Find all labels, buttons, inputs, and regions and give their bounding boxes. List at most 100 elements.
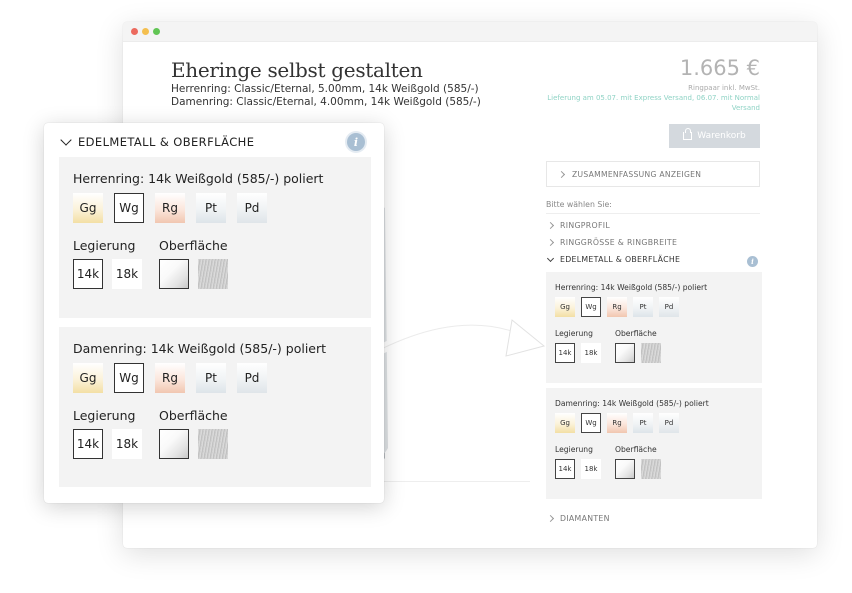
alloy-option-14k[interactable]: 14k <box>555 459 575 479</box>
accordion-label: RINGGRÖSSE & RINGBREITE <box>560 238 678 247</box>
metal-option-pd[interactable]: Pd <box>237 363 267 393</box>
window-minimize-dot[interactable] <box>142 28 149 35</box>
damenring-panel-zoom: Damenring: 14k Weißgold (585/-) poliert … <box>59 327 371 487</box>
choose-label: Bitte wählen Sie: <box>546 200 612 209</box>
delivery-info: Lieferung am 05.07. mit Express Versand,… <box>547 94 760 112</box>
metal-option-pd[interactable]: Pd <box>659 413 679 433</box>
alloy-options: 14k 18k <box>73 259 142 289</box>
add-to-cart-button[interactable]: Warenkorb <box>669 124 760 148</box>
metal-option-pt[interactable]: Pt <box>633 297 653 317</box>
accordion-ringprofil[interactable]: RINGPROFIL <box>546 221 610 230</box>
accordion-label: RINGPROFIL <box>560 221 610 230</box>
metal-option-rg[interactable]: Rg <box>607 413 627 433</box>
damenring-panel: Damenring: 14k Weißgold (585/-) poliert … <box>546 388 762 499</box>
metal-option-gg[interactable]: Gg <box>555 413 575 433</box>
alloy-option-18k[interactable]: 18k <box>112 259 142 289</box>
surface-option-matte[interactable] <box>641 459 661 479</box>
accordion-diamanten[interactable]: DIAMANTEN <box>546 514 610 523</box>
surface-option-polished[interactable] <box>159 259 189 289</box>
chevron-down-icon <box>546 254 555 262</box>
oberflaeche-label: Oberfläche <box>615 445 657 454</box>
price: 1.665 € <box>679 56 760 80</box>
legierung-label: Legierung <box>555 329 593 338</box>
alloy-options: 14k 18k <box>555 343 601 363</box>
accordion-ringgroesse[interactable]: RINGGRÖSSE & RINGBREITE <box>546 238 678 247</box>
legierung-label: Legierung <box>73 408 136 423</box>
metal-option-pd[interactable]: Pd <box>659 297 679 317</box>
metal-option-pt[interactable]: Pt <box>196 193 226 223</box>
zoom-card: EDELMETALL & OBERFLÄCHE i Herrenring: 14… <box>44 123 384 503</box>
alloy-option-18k[interactable]: 18k <box>581 459 601 479</box>
metal-option-rg[interactable]: Rg <box>607 297 627 317</box>
summary-button-label: ZUSAMMENFASSUNG ANZEIGEN <box>572 169 702 179</box>
surface-option-matte[interactable] <box>198 429 228 459</box>
damenring-spec: Damenring: Classic/Eternal, 4.00mm, 14k … <box>171 96 481 108</box>
info-icon[interactable]: i <box>347 133 365 151</box>
alloy-option-18k[interactable]: 18k <box>112 429 142 459</box>
metal-option-pt[interactable]: Pt <box>196 363 226 393</box>
metal-options: Gg Wg Rg Pt Pd <box>555 297 679 317</box>
window-close-dot[interactable] <box>131 28 138 35</box>
alloy-option-18k[interactable]: 18k <box>581 343 601 363</box>
page-title: Eheringe selbst gestalten <box>171 58 423 82</box>
show-summary-button[interactable]: ZUSAMMENFASSUNG ANZEIGEN <box>546 161 760 187</box>
metal-option-rg[interactable]: Rg <box>155 363 185 393</box>
herrenring-label: Herrenring: 14k Weißgold (585/-) poliert <box>73 171 324 186</box>
accordion-label: EDELMETALL & OBERFLÄCHE <box>560 255 681 264</box>
herrenring-spec: Herrenring: Classic/Eternal, 5.00mm, 14k… <box>171 83 479 95</box>
metal-option-wg[interactable]: Wg <box>581 297 601 317</box>
metal-option-rg[interactable]: Rg <box>155 193 185 223</box>
oberflaeche-label: Oberfläche <box>615 329 657 338</box>
metal-option-pt[interactable]: Pt <box>633 413 653 433</box>
damenring-label: Damenring: 14k Weißgold (585/-) poliert <box>73 341 327 356</box>
metal-option-gg[interactable]: Gg <box>555 297 575 317</box>
surface-option-polished[interactable] <box>615 459 635 479</box>
cart-button-label: Warenkorb <box>697 131 746 141</box>
chevron-right-icon <box>557 170 566 178</box>
metal-options: Gg Wg Rg Pt Pd <box>555 413 679 433</box>
surface-option-matte[interactable] <box>641 343 661 363</box>
price-note: Ringpaar inkl. MwSt. <box>688 84 760 92</box>
surface-options <box>159 259 228 289</box>
divider <box>546 213 760 214</box>
info-icon[interactable]: i <box>747 256 758 267</box>
edelmetall-header[interactable]: EDELMETALL & OBERFLÄCHE <box>60 133 255 149</box>
surface-options <box>159 429 228 459</box>
chevron-right-icon <box>546 221 555 230</box>
metal-option-gg[interactable]: Gg <box>73 193 103 223</box>
oberflaeche-label: Oberfläche <box>159 408 228 423</box>
surface-options <box>615 459 661 479</box>
metal-option-wg[interactable]: Wg <box>581 413 601 433</box>
metal-option-pd[interactable]: Pd <box>237 193 267 223</box>
metal-option-wg[interactable]: Wg <box>114 193 144 223</box>
chevron-right-icon <box>546 514 555 523</box>
alloy-options: 14k 18k <box>73 429 142 459</box>
alloy-option-14k[interactable]: 14k <box>73 429 103 459</box>
metal-option-gg[interactable]: Gg <box>73 363 103 393</box>
shopping-bag-icon <box>683 128 693 140</box>
legierung-label: Legierung <box>555 445 593 454</box>
surface-options <box>615 343 661 363</box>
alloy-options: 14k 18k <box>555 459 601 479</box>
chevron-right-icon <box>546 238 555 247</box>
herrenring-label: Herrenring: 14k Weißgold (585/-) poliert <box>555 283 708 292</box>
damenring-label: Damenring: 14k Weißgold (585/-) poliert <box>555 399 709 408</box>
window-maximize-dot[interactable] <box>153 28 160 35</box>
surface-option-matte[interactable] <box>198 259 228 289</box>
accordion-edelmetall[interactable]: EDELMETALL & OBERFLÄCHE <box>546 254 681 264</box>
metal-option-wg[interactable]: Wg <box>114 363 144 393</box>
herrenring-panel: Herrenring: 14k Weißgold (585/-) poliert… <box>546 272 762 383</box>
oberflaeche-label: Oberfläche <box>159 238 228 253</box>
herrenring-panel-zoom: Herrenring: 14k Weißgold (585/-) poliert… <box>59 157 371 318</box>
surface-option-polished[interactable] <box>615 343 635 363</box>
window-titlebar <box>123 22 817 42</box>
alloy-option-14k[interactable]: 14k <box>73 259 103 289</box>
edelmetall-header-label: EDELMETALL & OBERFLÄCHE <box>78 135 255 149</box>
metal-options: Gg Wg Rg Pt Pd <box>73 363 267 393</box>
metal-options: Gg Wg Rg Pt Pd <box>73 193 267 223</box>
accordion-label: DIAMANTEN <box>560 514 610 523</box>
chevron-down-icon <box>60 133 72 146</box>
legierung-label: Legierung <box>73 238 136 253</box>
alloy-option-14k[interactable]: 14k <box>555 343 575 363</box>
surface-option-polished[interactable] <box>159 429 189 459</box>
